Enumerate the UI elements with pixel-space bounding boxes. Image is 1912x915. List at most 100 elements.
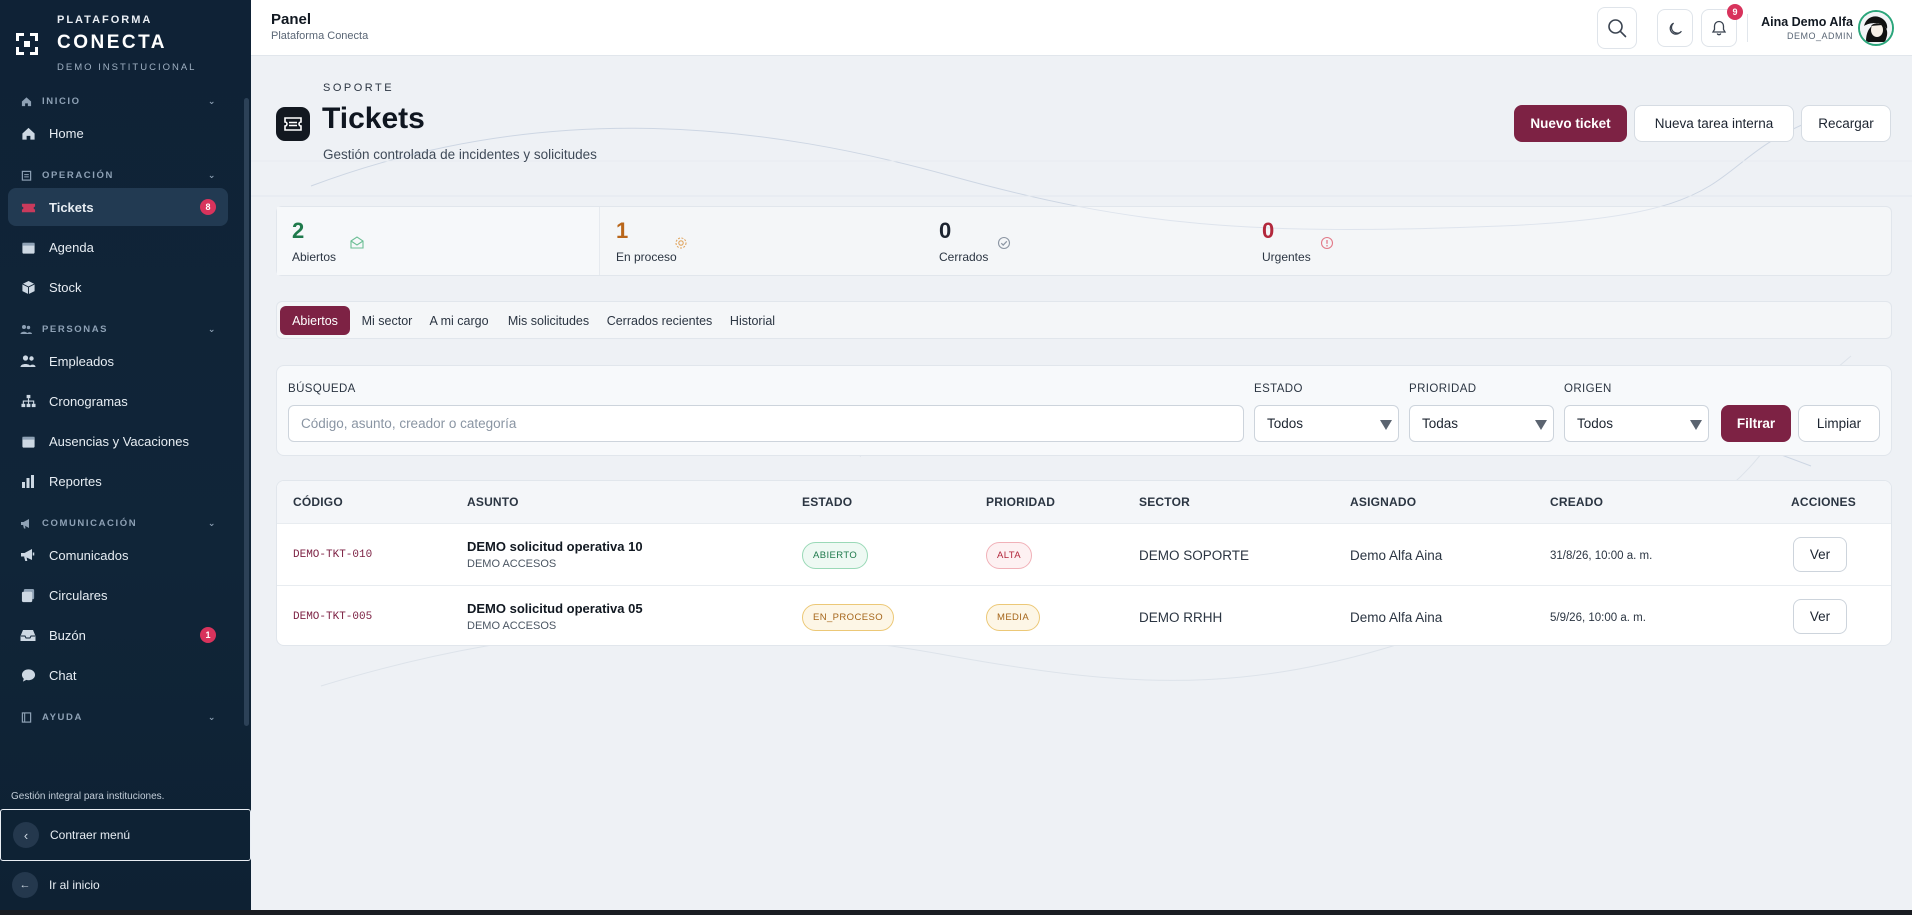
stat-label: En proceso <box>616 250 677 264</box>
section-label: AYUDA <box>42 711 83 723</box>
stat-urgentes[interactable]: 0 Urgentes <box>1247 207 1570 275</box>
bell-icon <box>1711 20 1727 35</box>
moon-icon <box>1669 22 1682 35</box>
search-button[interactable] <box>1597 7 1637 49</box>
page-eyebrow: SOPORTE <box>323 82 395 94</box>
priority-select-value: Todas <box>1422 416 1459 431</box>
column-header: ACCIONES <box>1791 495 1856 509</box>
brand-subtitle: DEMO INSTITUCIONAL <box>57 62 197 73</box>
stat-cerrados[interactable]: 0 Cerrados <box>924 207 1247 275</box>
clear-button[interactable]: Limpiar <box>1798 405 1880 442</box>
section-inicio[interactable]: INICIO ⌄ <box>0 88 251 114</box>
sidebar-item-agenda[interactable]: Agenda <box>8 228 228 266</box>
new-ticket-button[interactable]: Nuevo ticket <box>1514 105 1627 142</box>
notifications-button[interactable]: 9 <box>1701 4 1743 47</box>
sidebar: PLATAFORMA CONECTA DEMO INSTITUCIONAL IN… <box>0 0 251 910</box>
reload-button[interactable]: Recargar <box>1801 105 1891 142</box>
ticket-code: DEMO-TKT-005 <box>293 611 373 623</box>
sidebar-item-comunicados[interactable]: Comunicados <box>8 536 228 574</box>
user-name[interactable]: Aina Demo Alfa <box>1761 15 1853 29</box>
theme-toggle-button[interactable] <box>1657 9 1693 47</box>
origin-select[interactable]: Todos <box>1564 405 1709 442</box>
ticket-sector: DEMO SOPORTE <box>1139 548 1250 563</box>
section-personas[interactable]: PERSONAS ⌄ <box>0 316 251 342</box>
go-home-button[interactable]: ← Ir al inicio <box>0 870 251 900</box>
section-comunicacion[interactable]: COMUNICACIÓN ⌄ <box>0 510 251 536</box>
stat-label: Abiertos <box>292 250 337 264</box>
status-select[interactable]: Todos <box>1254 405 1399 442</box>
tab-cerrados-recientes[interactable]: Cerrados recientes <box>602 306 717 335</box>
chevron-left-icon: ‹ <box>13 822 39 848</box>
section-ayuda[interactable]: AYUDA ⌄ <box>0 704 251 730</box>
sidebar-item-ausencias[interactable]: Ausencias y Vacaciones <box>8 422 228 460</box>
sidebar-item-buzon[interactable]: Buzón 1 <box>8 616 228 654</box>
header-divider <box>1747 14 1748 42</box>
sidebar-item-empleados[interactable]: Empleados <box>8 342 228 380</box>
notifications-count-badge: 9 <box>1727 4 1743 20</box>
stat-abiertos[interactable]: 2 Abiertos <box>277 207 600 275</box>
calendar-icon <box>20 433 36 449</box>
section-operacion[interactable]: OPERACIÓN ⌄ <box>0 162 251 188</box>
collapse-menu-label: Contraer menú <box>50 828 131 842</box>
stat-value: 2 <box>292 218 305 243</box>
avatar[interactable] <box>1858 10 1894 46</box>
arrow-left-icon: ← <box>12 872 38 898</box>
column-header: SECTOR <box>1139 495 1190 509</box>
table-row[interactable]: DEMO-TKT-005 DEMO solicitud operativa 05… <box>277 585 1891 645</box>
tab-mis-solicitudes[interactable]: Mis solicitudes <box>501 306 596 335</box>
origin-select-value: Todos <box>1577 416 1614 431</box>
sidebar-item-label: Agenda <box>49 239 94 255</box>
collapse-menu-button[interactable]: ‹ Contraer menú <box>0 809 251 861</box>
sidebar-scrollbar[interactable] <box>244 98 249 726</box>
stat-label: Cerrados <box>939 250 989 264</box>
tab-abiertos[interactable]: Abiertos <box>280 306 350 335</box>
chevron-down-icon: ⌄ <box>207 712 217 722</box>
layers-icon <box>20 587 36 603</box>
column-header: ESTADO <box>802 495 853 509</box>
priority-select[interactable]: Todas <box>1409 405 1554 442</box>
tab-a-mi-cargo[interactable]: A mi cargo <box>423 306 495 335</box>
header-subtitle: Plataforma Conecta <box>271 30 369 42</box>
caret-down-icon <box>1690 420 1702 430</box>
window-bottom-edge <box>0 910 1912 915</box>
section-label: PERSONAS <box>42 323 109 335</box>
search-input[interactable] <box>288 405 1244 442</box>
new-internal-task-button[interactable]: Nueva tarea interna <box>1634 105 1794 142</box>
sidebar-item-label: Chat <box>49 667 77 683</box>
brand[interactable]: PLATAFORMA CONECTA DEMO INSTITUCIONAL <box>14 14 244 74</box>
ticket-code: DEMO-TKT-010 <box>293 549 373 561</box>
chevron-down-icon: ⌄ <box>207 324 217 334</box>
gear-icon <box>675 237 687 249</box>
sidebar-item-chat[interactable]: Chat <box>8 656 228 694</box>
calendar-icon <box>20 239 36 255</box>
people-icon <box>20 323 32 335</box>
chevron-down-icon: ⌄ <box>207 96 217 106</box>
table-row[interactable]: DEMO-TKT-010 DEMO solicitud operativa 10… <box>277 523 1891 585</box>
column-header: ASIGNADO <box>1350 495 1417 509</box>
tab-historial[interactable]: Historial <box>723 306 782 335</box>
sidebar-item-reportes[interactable]: Reportes <box>8 462 228 500</box>
view-ticket-button[interactable]: Ver <box>1793 599 1847 634</box>
stats-panel: 2 Abiertos 1 En proceso 0 Cerrados 0 Urg… <box>276 206 1892 276</box>
tab-mi-sector[interactable]: Mi sector <box>356 306 418 335</box>
sidebar-nav: INICIO ⌄ Home OPERACIÓN ⌄ Tickets 8 Agen… <box>0 88 251 776</box>
priority-badge: ALTA <box>986 542 1032 569</box>
sidebar-item-label: Home <box>49 125 84 141</box>
sidebar-item-stock[interactable]: Stock <box>8 268 228 306</box>
column-header: PRIORIDAD <box>986 495 1056 509</box>
ticket-subject: DEMO solicitud operativa 05 <box>467 601 643 616</box>
view-ticket-button[interactable]: Ver <box>1793 537 1847 572</box>
sidebar-item-circulares[interactable]: Circulares <box>8 576 228 614</box>
ticket-assignee: Demo Alfa Aina <box>1350 610 1443 625</box>
sidebar-item-tickets[interactable]: Tickets 8 <box>8 188 228 226</box>
status-badge: EN_PROCESO <box>802 604 894 631</box>
sidebar-item-cronogramas[interactable]: Cronogramas <box>8 382 228 420</box>
bar-chart-icon <box>20 473 36 489</box>
home-icon <box>20 95 32 107</box>
section-label: OPERACIÓN <box>42 169 114 181</box>
chevron-down-icon: ⌄ <box>207 518 217 528</box>
section-label: INICIO <box>42 95 81 107</box>
filter-button[interactable]: Filtrar <box>1721 405 1791 442</box>
sidebar-item-home[interactable]: Home <box>8 114 228 152</box>
stat-en-proceso[interactable]: 1 En proceso <box>601 207 924 275</box>
